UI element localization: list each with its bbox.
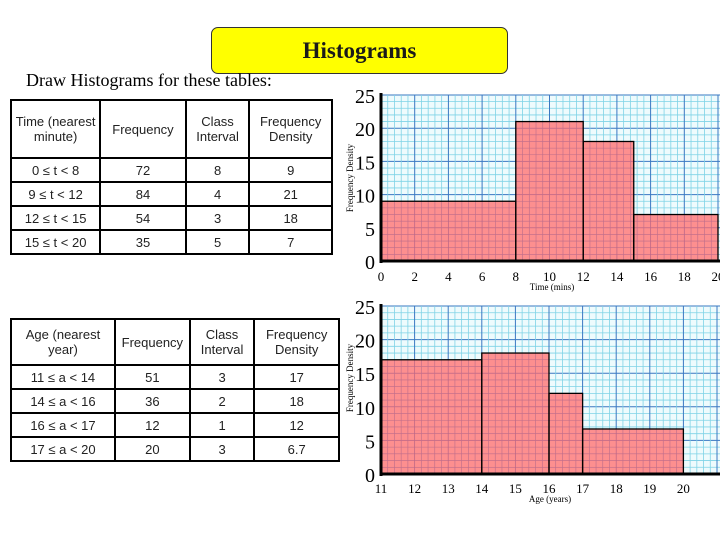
x-tick-label: 18 xyxy=(610,481,623,496)
age-histogram: 051015202511 12 13 14 15 16 17 18 19 20Age (years… xyxy=(345,297,720,504)
x-tick-label: 16 xyxy=(644,269,658,284)
x-tick-label: 12 xyxy=(577,269,590,284)
histogram-charts: 051015202502468101214161820Time (mins)Fr… xyxy=(345,86,720,504)
x-tick-label: 20 xyxy=(677,481,690,496)
x-tick-label: 19 xyxy=(643,481,656,496)
y-tick-label: 0 xyxy=(365,252,375,274)
y-tick-label: 10 xyxy=(355,186,375,208)
x-tick-label: 17 xyxy=(576,481,590,496)
x-tick-label: 2 xyxy=(411,269,418,284)
time-histogram: 051015202502468101214161820Time (mins)Fr… xyxy=(345,86,720,292)
x-tick-label: 15 xyxy=(509,481,522,496)
histogram-bar xyxy=(633,214,718,261)
y-tick-label: 5 xyxy=(365,219,375,241)
x-tick-label: 20 xyxy=(712,269,720,284)
x-axis-title: Time (mins) xyxy=(530,282,574,292)
y-tick-label: 20 xyxy=(355,331,375,353)
y-tick-label: 10 xyxy=(355,398,375,420)
y-tick-label: 15 xyxy=(355,364,375,386)
x-tick-label: 8 xyxy=(513,269,520,284)
y-axis-title: Frequency Density xyxy=(345,143,355,212)
x-tick-label: 6 xyxy=(479,269,486,284)
y-axis-title: Frequency Density xyxy=(345,343,355,412)
y-tick-label: 15 xyxy=(355,152,375,174)
x-tick-label: 14 xyxy=(475,481,489,496)
x-tick-label: 14 xyxy=(610,269,624,284)
histogram-bar xyxy=(381,359,482,474)
x-tick-label: 13 xyxy=(442,481,455,496)
y-tick-label: 0 xyxy=(365,465,375,487)
x-tick-label: 0 xyxy=(378,269,385,284)
y-tick-label: 25 xyxy=(355,297,375,319)
y-tick-label: 25 xyxy=(355,86,375,108)
y-tick-label: 5 xyxy=(365,431,375,453)
x-axis-title: Age (years) xyxy=(529,494,571,504)
x-tick-label: 11 xyxy=(375,481,388,496)
y-tick-label: 20 xyxy=(355,119,375,141)
x-tick-label: 12 xyxy=(408,481,421,496)
x-tick-label: 18 xyxy=(678,269,691,284)
x-tick-label: 4 xyxy=(445,269,452,284)
